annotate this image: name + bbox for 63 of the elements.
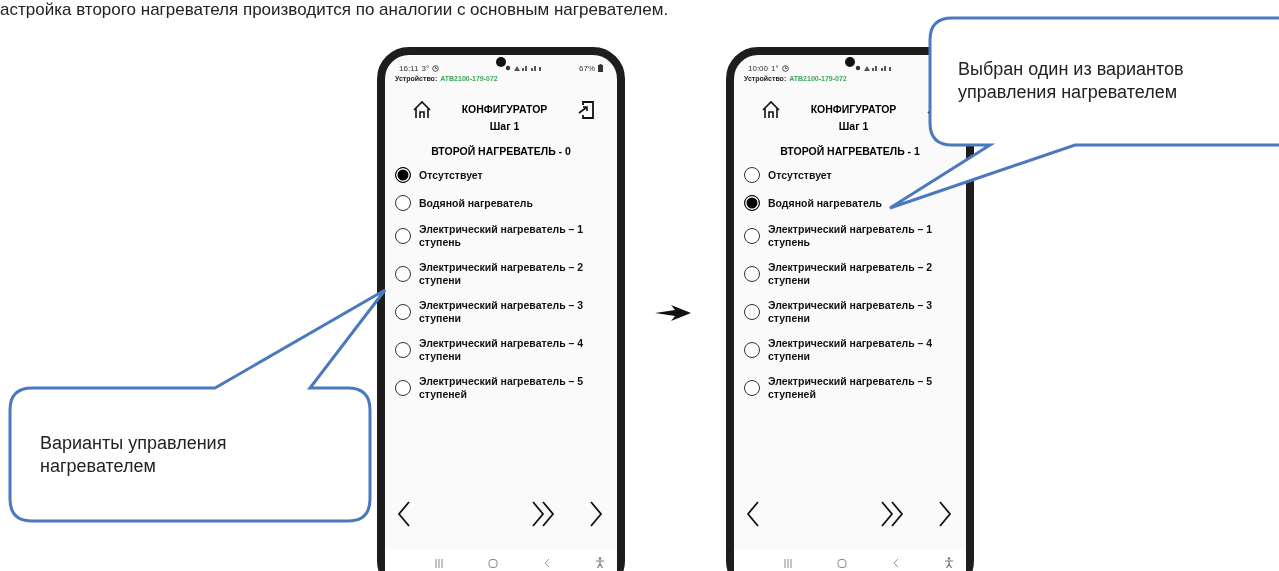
radio-button[interactable] (744, 195, 760, 211)
option-label[interactable]: Электрический нагреватель – 4 ступени (419, 337, 601, 363)
option-label[interactable]: Электрический нагреватель – 3 ступени (419, 299, 601, 325)
back-chevron-icon[interactable] (746, 501, 760, 527)
double-chevron-icon[interactable] (531, 501, 557, 527)
option-label[interactable]: Отсутствует (768, 168, 832, 182)
forward-chevron-icon[interactable] (589, 501, 603, 527)
battery-percent: 67% (579, 63, 595, 73)
battery-icon (598, 64, 603, 72)
caption-text: астройка второго нагревателя производится по аналогии с основным нагревателем. (0, 0, 669, 20)
clock-icon (432, 64, 440, 72)
back-nav-icon[interactable] (543, 558, 550, 568)
status-temperature: 3° (421, 63, 430, 73)
option-label[interactable]: Электрический нагреватель – 3 ступени (768, 299, 950, 325)
option-label[interactable]: Отсутствует (419, 168, 483, 182)
home-nav-icon[interactable] (837, 558, 848, 568)
screen-title: КОНФИГУРАТОР (461, 103, 548, 115)
step-label: Шаг 1 (489, 120, 520, 132)
double-chevron-icon[interactable] (880, 501, 906, 527)
accessibility-icon[interactable] (944, 557, 954, 569)
radio-button[interactable] (395, 342, 411, 358)
option-label[interactable]: Электрический нагреватель – 4 ступени (768, 337, 950, 363)
right-arrow-icon (655, 305, 691, 321)
option-label[interactable]: Электрический нагреватель – 1 ступень (419, 223, 601, 249)
radio-button[interactable] (395, 380, 411, 396)
option-label[interactable]: Электрический нагреватель – 2 ступени (419, 261, 601, 287)
status-time: 10:00 (748, 63, 769, 73)
option-label[interactable]: Электрический нагреватель – 5 ступеней (768, 375, 950, 401)
section-heading: ВТОРОЙ НАГРЕВАТЕЛЬ - 1 (779, 145, 921, 157)
export-icon[interactable] (577, 100, 595, 120)
step-label: Шаг 1 (838, 120, 869, 132)
section-heading: ВТОРОЙ НАГРЕВАТЕЛЬ - 0 (430, 145, 572, 157)
callout-text: Варианты управления нагревателем (40, 432, 228, 478)
accessibility-icon[interactable] (595, 557, 605, 569)
radio-button[interactable] (395, 167, 411, 183)
option-label[interactable]: Электрический нагреватель – 2 ступени (768, 261, 950, 287)
radio-button[interactable] (744, 304, 760, 320)
radio-button[interactable] (395, 228, 411, 244)
radio-button[interactable] (744, 266, 760, 282)
home-nav-icon[interactable] (488, 558, 499, 568)
home-icon[interactable] (412, 100, 432, 120)
option-label[interactable]: Электрический нагреватель – 1 ступень (768, 223, 950, 249)
option-label[interactable]: Водяной нагреватель (768, 196, 882, 210)
radio-button[interactable] (744, 342, 760, 358)
radio-button[interactable] (395, 304, 411, 320)
option-label[interactable]: Электрический нагреватель – 5 ступеней (419, 375, 601, 401)
radio-button[interactable] (395, 195, 411, 211)
option-label[interactable]: Водяной нагреватель (419, 196, 533, 210)
camera-hole (496, 57, 506, 67)
radio-button[interactable] (395, 266, 411, 282)
status-time: 16:11 (399, 63, 419, 73)
callout-text: Выбран один из вариантов управления нагревателем (958, 58, 1185, 104)
radio-button[interactable] (744, 228, 760, 244)
camera-hole (845, 57, 855, 67)
radio-button[interactable] (744, 380, 760, 396)
status-temperature: 1° (771, 63, 779, 73)
back-chevron-icon[interactable] (397, 501, 411, 527)
home-icon[interactable] (761, 100, 781, 120)
forward-chevron-icon[interactable] (938, 501, 952, 527)
screen-title: КОНФИГУРАТОР (810, 103, 897, 115)
radio-button[interactable] (744, 167, 760, 183)
clock-icon (781, 64, 789, 72)
back-nav-icon[interactable] (892, 558, 899, 568)
